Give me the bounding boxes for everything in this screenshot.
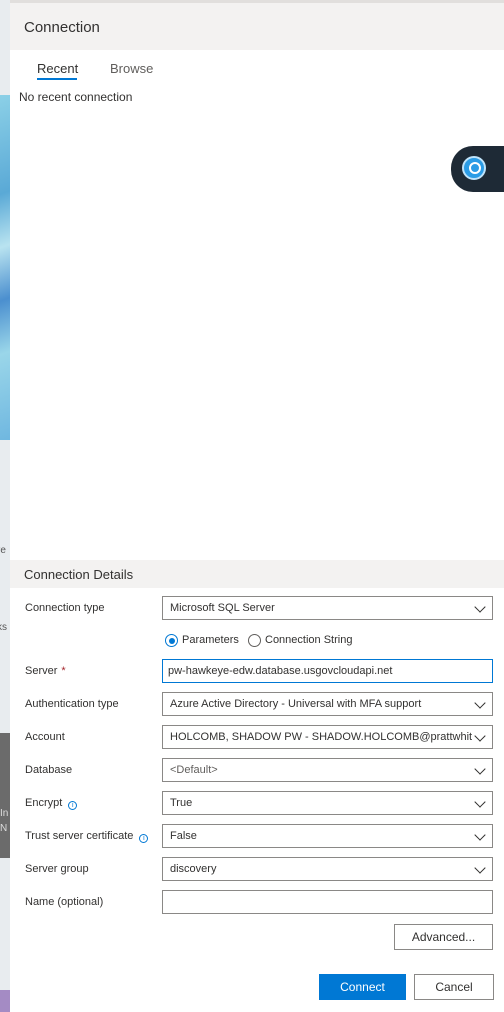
connection-dialog: Connection Recent Browse No recent conne… <box>10 0 504 1012</box>
chevron-down-icon <box>474 601 486 613</box>
chevron-down-icon <box>474 697 486 709</box>
encrypt-select[interactable]: True <box>162 791 493 815</box>
info-icon[interactable]: i <box>139 834 149 843</box>
trust-server-certificate-label-text: Trust server certificate <box>25 830 134 842</box>
radio-checked-icon <box>165 634 178 647</box>
background-text-fragment: ks <box>0 622 7 633</box>
tab-browse[interactable]: Browse <box>110 61 153 76</box>
server-label-text: Server <box>25 665 58 677</box>
active-tab-indicator <box>37 78 77 80</box>
trust-server-certificate-value: False <box>170 830 197 842</box>
details-header: Connection Details <box>10 560 504 588</box>
server-label: Server * <box>25 665 66 677</box>
account-value: HOLCOMB, SHADOW PW - SHADOW.HOLCOMB@prat… <box>170 731 472 743</box>
background-text-fragment: re <box>0 545 6 556</box>
connection-details: Connection Details Connection type Micro… <box>10 560 504 960</box>
required-marker: * <box>61 665 66 677</box>
radio-unchecked-icon <box>248 634 261 647</box>
tab-bar: Recent Browse <box>10 50 504 90</box>
server-input[interactable]: pw-hawkeye-edw.database.usgovcloudapi.ne… <box>162 659 493 683</box>
server-group-value: discovery <box>170 863 217 875</box>
background-panel <box>0 733 10 858</box>
server-value: pw-hawkeye-edw.database.usgovcloudapi.ne… <box>168 665 393 677</box>
tab-recent[interactable]: Recent <box>37 61 78 76</box>
dialog-footer: Connect Cancel <box>10 960 504 1012</box>
database-value: <Default> <box>170 764 218 776</box>
database-select[interactable]: <Default> <box>162 758 493 782</box>
trust-server-certificate-select[interactable]: False <box>162 824 493 848</box>
background-text-fragment: N <box>0 823 8 834</box>
connection-type-label: Connection type <box>25 602 105 614</box>
encrypt-label: Encrypt i <box>25 797 78 810</box>
connection-type-select[interactable]: Microsoft SQL Server <box>162 596 493 620</box>
database-label: Database <box>25 764 73 776</box>
authentication-type-value: Azure Active Directory - Universal with … <box>170 698 422 710</box>
chevron-down-icon <box>474 730 486 742</box>
dialog-title: Connection <box>24 19 100 36</box>
account-label: Account <box>25 731 65 743</box>
connect-button[interactable]: Connect <box>319 974 406 1000</box>
chat-icon <box>462 156 486 180</box>
authentication-type-label: Authentication type <box>25 698 119 710</box>
info-icon[interactable]: i <box>68 801 78 810</box>
authentication-type-select[interactable]: Azure Active Directory - Universal with … <box>162 692 493 716</box>
parameters-radio-label: Parameters <box>182 634 239 646</box>
name-input[interactable] <box>162 890 493 914</box>
background-artwork <box>0 95 10 440</box>
name-label: Name (optional) <box>25 896 104 908</box>
encrypt-label-text: Encrypt <box>25 797 63 809</box>
connection-string-radio-label: Connection String <box>265 634 353 646</box>
assistant-chat-button[interactable] <box>451 146 504 192</box>
encrypt-value: True <box>170 797 193 809</box>
server-group-select[interactable]: discovery <box>162 857 493 881</box>
connection-type-value: Microsoft SQL Server <box>170 602 275 614</box>
account-select[interactable]: HOLCOMB, SHADOW PW - SHADOW.HOLCOMB@prat… <box>162 725 493 749</box>
details-title: Connection Details <box>24 567 134 582</box>
chevron-down-icon <box>474 829 486 841</box>
chevron-down-icon <box>474 763 486 775</box>
recent-empty-message: No recent connection <box>19 90 133 104</box>
chevron-down-icon <box>474 862 486 874</box>
advanced-button[interactable]: Advanced... <box>394 924 493 950</box>
cancel-button[interactable]: Cancel <box>414 974 494 1000</box>
server-group-label: Server group <box>25 863 89 875</box>
trust-server-certificate-label: Trust server certificate i <box>25 830 149 843</box>
background-panel <box>0 990 10 1012</box>
background-text-fragment: In <box>0 808 9 819</box>
chevron-down-icon <box>474 796 486 808</box>
background-app: re ks In N <box>0 0 10 1012</box>
dialog-header: Connection <box>10 0 504 50</box>
